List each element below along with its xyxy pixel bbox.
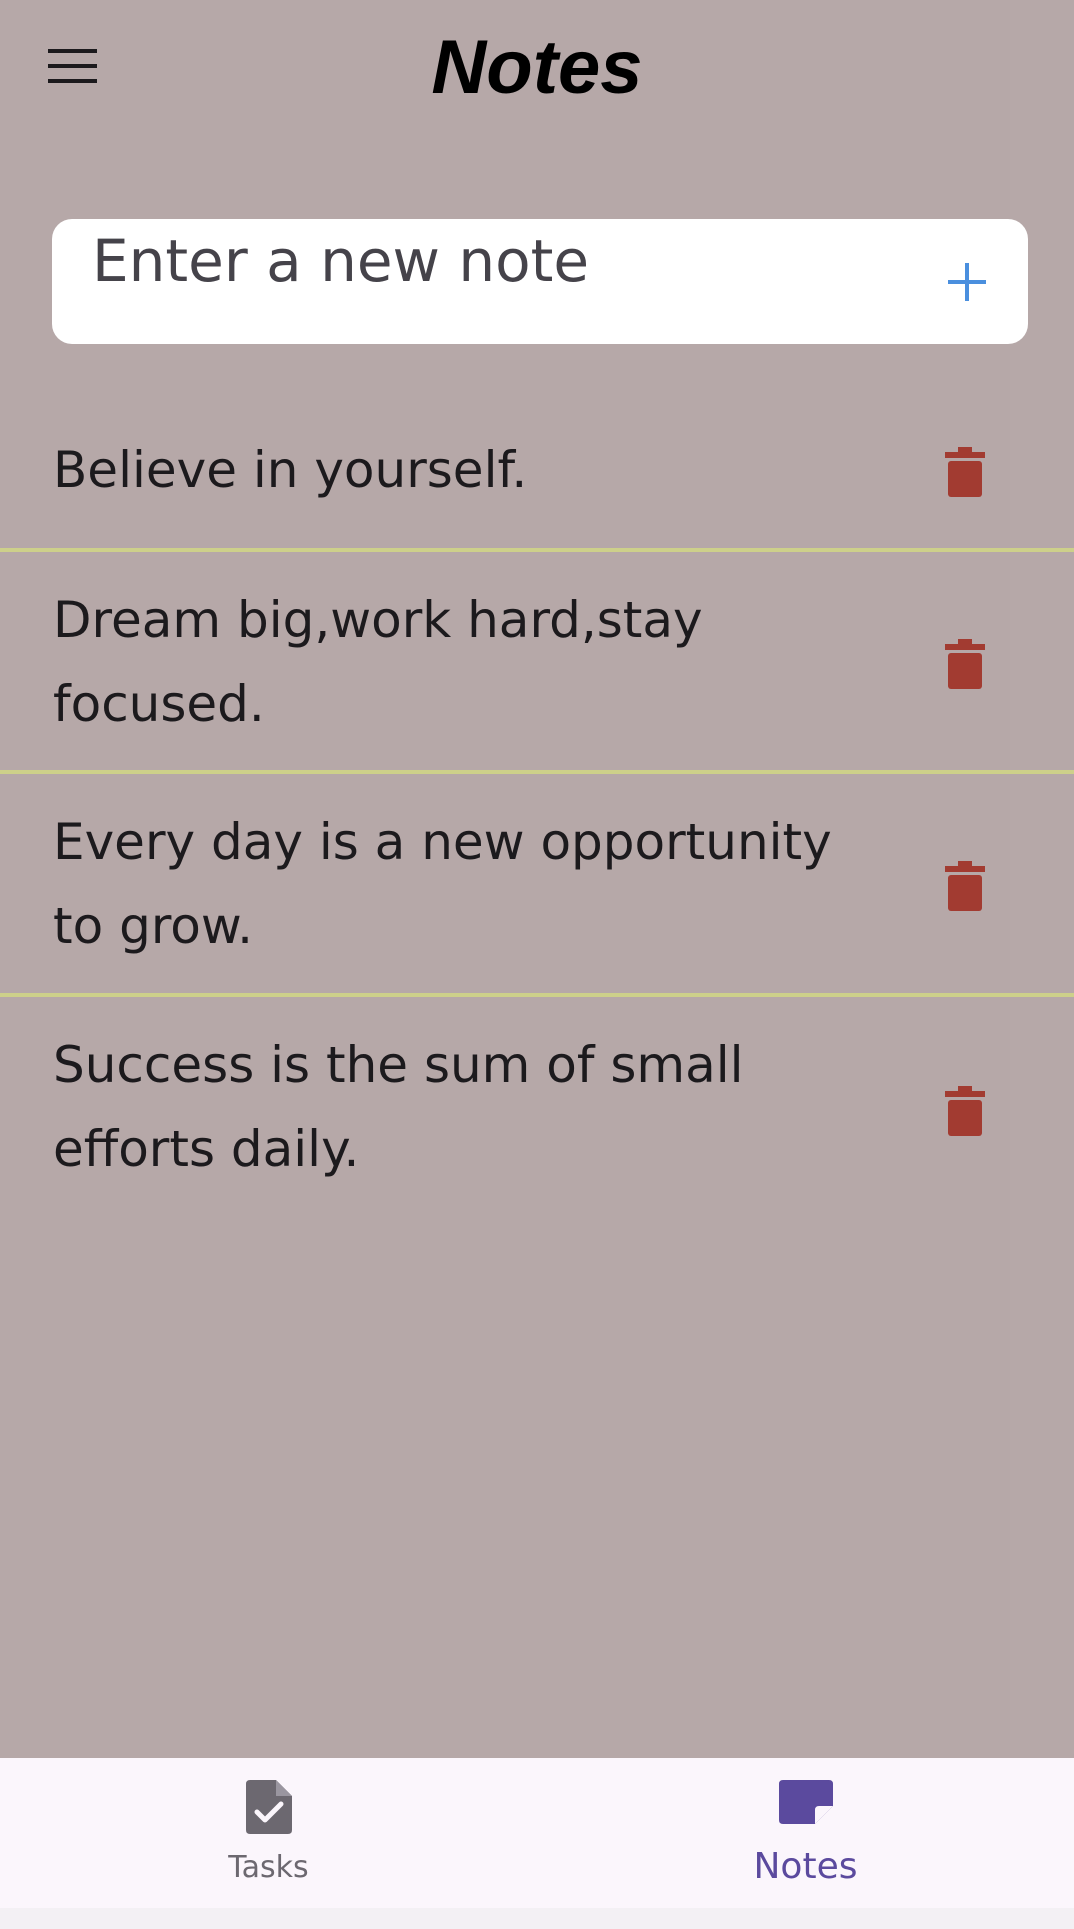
- nav-item-notes[interactable]: Notes: [537, 1758, 1074, 1908]
- bottom-navigation: Tasks Notes: [0, 1758, 1074, 1908]
- app-root: Notes Believe in yourself.: [0, 0, 1074, 1929]
- task-file-check-icon: [245, 1780, 292, 1834]
- nav-item-tasks[interactable]: Tasks: [0, 1758, 537, 1908]
- delete-note-button[interactable]: [940, 858, 990, 914]
- note-text: Success is the sum of small efforts dail…: [53, 1036, 744, 1178]
- delete-note-button[interactable]: [940, 636, 990, 692]
- note-item: Success is the sum of small efforts dail…: [0, 997, 1074, 1219]
- note-item: Every day is a new opportunity to grow.: [0, 774, 1074, 997]
- trash-icon: [945, 447, 985, 497]
- note-item: Dream big,work hard,stay focused.: [0, 552, 1074, 774]
- note-input-container: [52, 219, 1028, 344]
- trash-icon: [945, 639, 985, 689]
- nav-label-notes: Notes: [753, 1846, 858, 1887]
- add-note-button[interactable]: [936, 251, 998, 313]
- notes-list: Believe in yourself. Dream big,work hard…: [0, 400, 1074, 1219]
- note-icon: [778, 1780, 833, 1824]
- delete-note-button[interactable]: [940, 444, 990, 500]
- nav-label-tasks: Tasks: [228, 1850, 309, 1885]
- system-navigation-bar: [0, 1908, 1074, 1929]
- new-note-input[interactable]: [92, 231, 912, 291]
- note-text: Dream big,work hard,stay focused.: [53, 591, 703, 733]
- page-title: Notes: [431, 25, 643, 110]
- note-item: Believe in yourself.: [0, 400, 1074, 552]
- note-text: Every day is a new opportunity to grow.: [53, 813, 832, 955]
- trash-icon: [945, 861, 985, 911]
- note-text: Believe in yourself.: [53, 441, 528, 499]
- trash-icon: [945, 1086, 985, 1136]
- notes-screen: Notes Believe in yourself.: [0, 0, 1074, 1758]
- plus-icon: [948, 263, 986, 301]
- delete-note-button[interactable]: [940, 1083, 990, 1139]
